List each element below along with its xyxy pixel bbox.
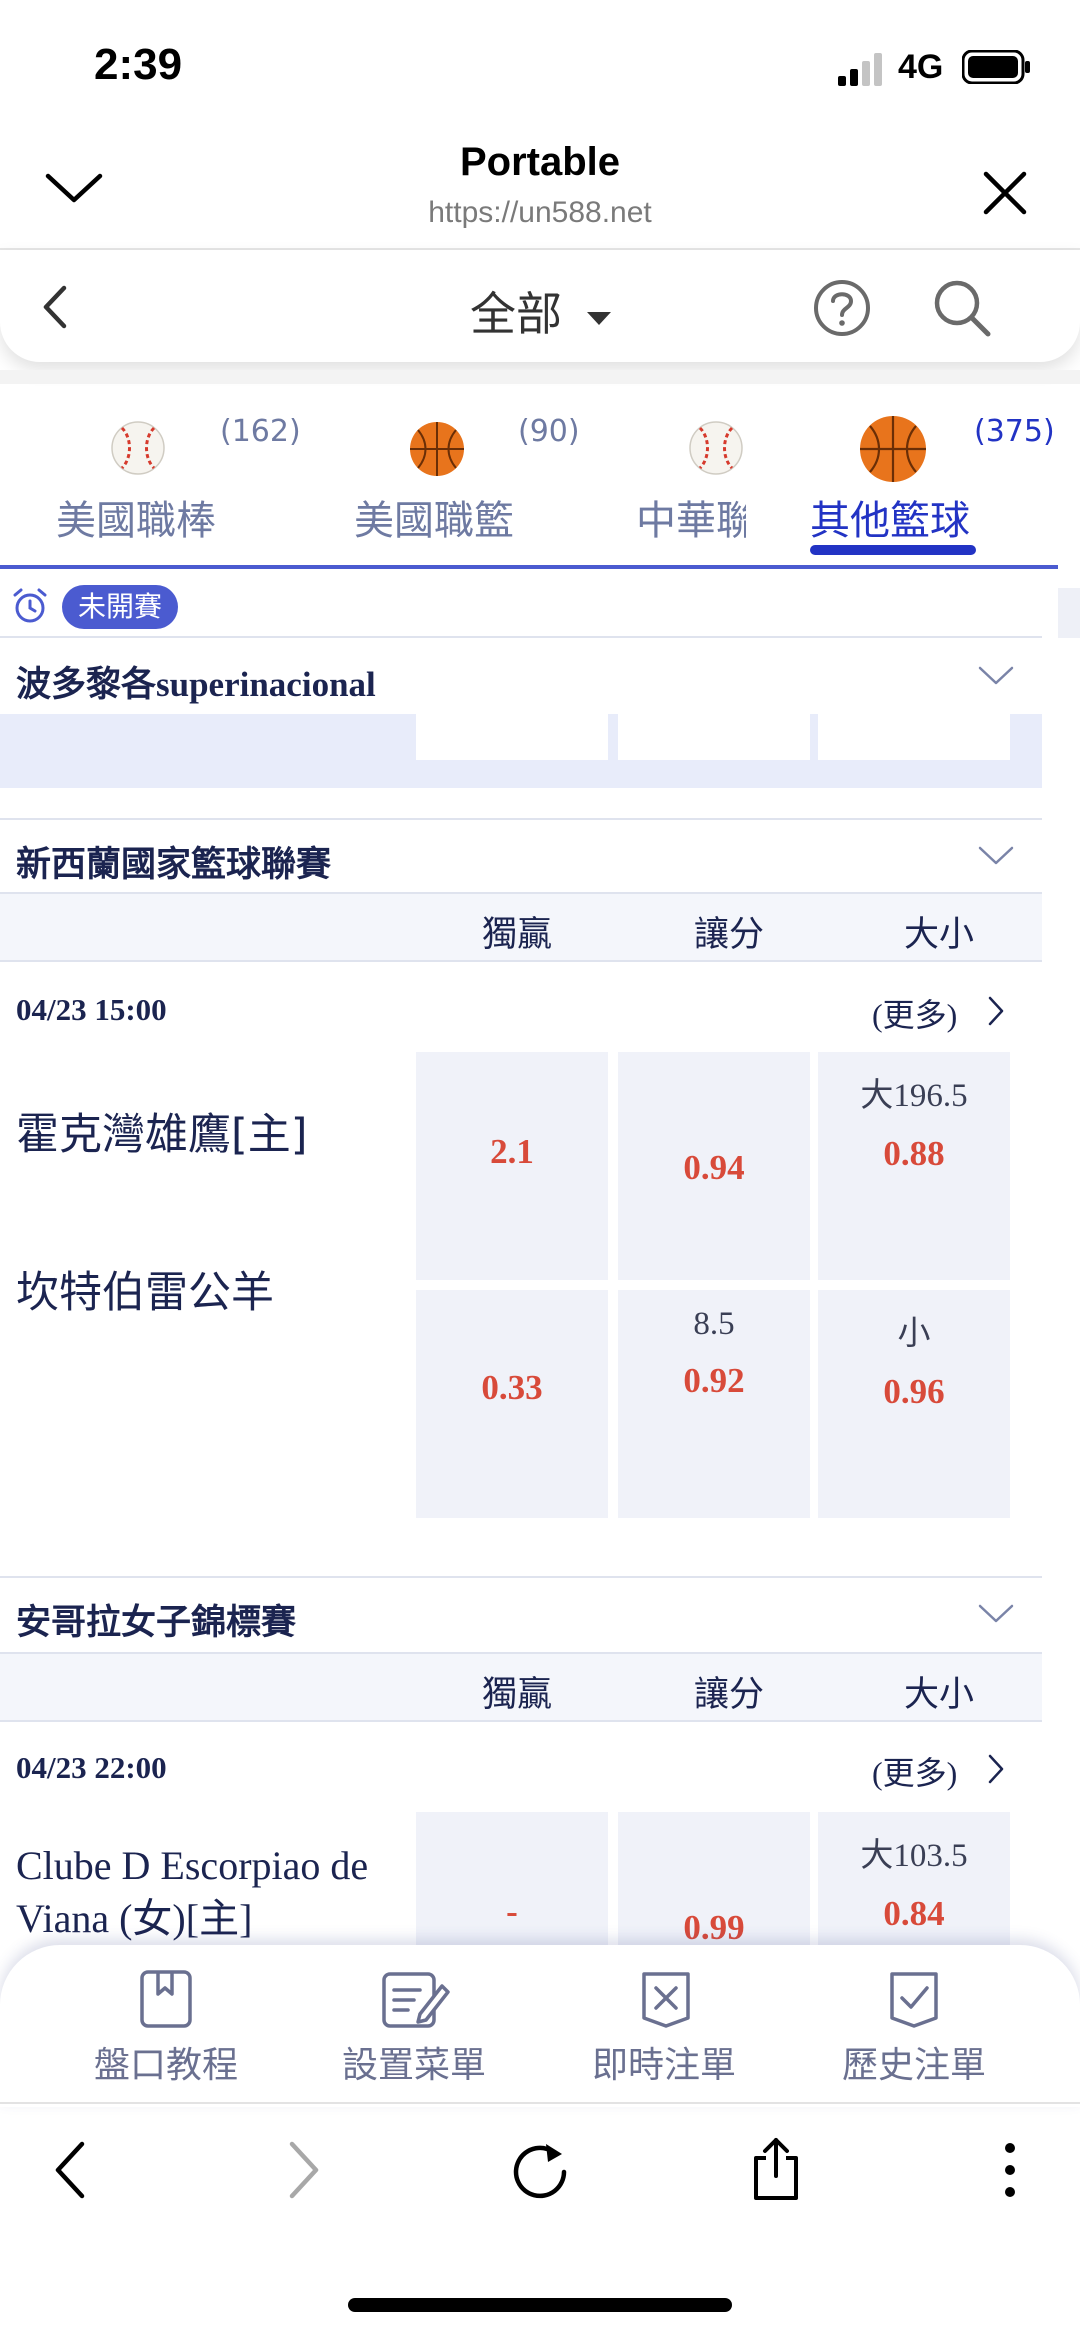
- back-arrow-icon[interactable]: [40, 284, 70, 330]
- column-handicap: 讓分: [694, 1675, 765, 1714]
- tab-mlb[interactable]: 美國職棒: [56, 488, 216, 546]
- home-team: 霍克灣雄鷹[主]: [16, 1110, 308, 1160]
- odds-cell-over[interactable]: 大103.5 0.84: [818, 1812, 1010, 1952]
- column-total: 大小: [904, 1675, 975, 1714]
- odds-cell-home-moneyline[interactable]: -: [416, 1812, 608, 1952]
- away-team: 坎特伯雷公羊: [16, 1268, 274, 1318]
- league-name: 新西蘭國家籃球聯賽: [16, 845, 332, 884]
- filter-label: 全部: [470, 287, 562, 341]
- network-label: 4G: [898, 48, 944, 86]
- chevron-down-icon[interactable]: [978, 844, 1014, 868]
- more-link[interactable]: (更多): [872, 1748, 957, 1794]
- divider: [0, 636, 1042, 638]
- alarm-clock-icon: [13, 588, 47, 623]
- home-indicator: [348, 2298, 732, 2312]
- toolbar-history[interactable]: 歷史注單: [814, 2036, 1014, 2088]
- home-team: Clube D Escorpiao de: [16, 1843, 369, 1888]
- browser-back-icon[interactable]: [52, 2140, 88, 2200]
- column-handicap: 讓分: [694, 915, 765, 954]
- tab-cpbl[interactable]: 中華聯: [636, 488, 746, 546]
- toolbar-tutorial[interactable]: 盤口教程: [66, 2036, 266, 2088]
- odds-cell-away-moneyline[interactable]: 0.33: [416, 1290, 608, 1518]
- tab-count: (90): [518, 414, 580, 449]
- chevron-right-icon[interactable]: [986, 994, 1006, 1028]
- more-options-icon[interactable]: [1000, 2140, 1020, 2200]
- odds-cell-home-handicap[interactable]: 0.94: [618, 1052, 810, 1280]
- divider: [0, 1720, 1042, 1722]
- odds-cell-home-handicap[interactable]: 0.99: [618, 1812, 810, 1952]
- edit-list-icon[interactable]: [380, 1968, 452, 2030]
- toolbar-live-bets[interactable]: 即時注單: [564, 2036, 764, 2088]
- baseball-icon: [111, 421, 165, 475]
- divider: [0, 960, 1042, 962]
- reload-icon[interactable]: [510, 2140, 570, 2202]
- tab-count: (375): [974, 414, 1055, 449]
- cancel-slip-icon[interactable]: [636, 1968, 696, 2030]
- divider: [0, 565, 1058, 569]
- status-badge[interactable]: 未開賽: [62, 585, 179, 629]
- match-time: 04/23 22:00: [16, 1750, 167, 1785]
- league-name: 波多黎各superinacional: [16, 665, 376, 704]
- tab-count: (162): [220, 414, 301, 449]
- tab-other-basketball[interactable]: 其他籃球: [810, 488, 970, 546]
- baseball-icon: [689, 421, 743, 475]
- odds-cell-home-moneyline[interactable]: 2.1: [416, 1052, 608, 1280]
- book-icon[interactable]: [138, 1968, 194, 2030]
- column-total: 大小: [904, 915, 975, 954]
- filter-dropdown[interactable]: 全部: [470, 278, 613, 344]
- chevron-down-icon[interactable]: [978, 664, 1014, 688]
- browser-forward-icon[interactable]: [286, 2140, 322, 2200]
- column-moneyline: 獨贏: [482, 1675, 553, 1714]
- battery-icon: [962, 50, 1030, 84]
- basketball-icon: [860, 416, 926, 482]
- tab-nba[interactable]: 美國職籃: [354, 488, 514, 546]
- odds-cell-over[interactable]: 大196.5 0.88: [818, 1052, 1010, 1280]
- league-name: 安哥拉女子錦標賽: [16, 1603, 297, 1642]
- close-icon[interactable]: [982, 170, 1028, 216]
- divider: [0, 818, 1042, 820]
- odds-cell-under[interactable]: 小 0.96: [818, 1290, 1010, 1518]
- odds-cell-away-handicap[interactable]: 8.5 0.92: [618, 1290, 810, 1518]
- more-link[interactable]: (更多): [872, 990, 957, 1036]
- divider: [0, 1576, 1042, 1578]
- status-time: 2:39: [94, 40, 183, 89]
- home-team: Viana (女)[主]: [16, 1896, 253, 1941]
- browser-title: Portable: [459, 140, 621, 184]
- check-slip-icon[interactable]: [884, 1968, 944, 2030]
- basketball-icon: [410, 422, 464, 476]
- tab-active-indicator: [810, 545, 976, 555]
- chevron-right-icon[interactable]: [986, 1752, 1006, 1786]
- search-icon[interactable]: [930, 276, 994, 340]
- caret-down-icon: [586, 311, 611, 325]
- match-time: 04/23 15:00: [16, 992, 167, 1027]
- column-moneyline: 獨贏: [482, 915, 553, 954]
- divider: [0, 2102, 1080, 2104]
- help-icon[interactable]: [812, 278, 872, 338]
- share-icon[interactable]: [748, 2136, 804, 2202]
- chevron-down-icon[interactable]: [978, 1602, 1014, 1626]
- browser-url: https://un588.net: [428, 196, 652, 229]
- toolbar-settings[interactable]: 設置菜單: [314, 2036, 514, 2088]
- signal-icon: [838, 53, 882, 86]
